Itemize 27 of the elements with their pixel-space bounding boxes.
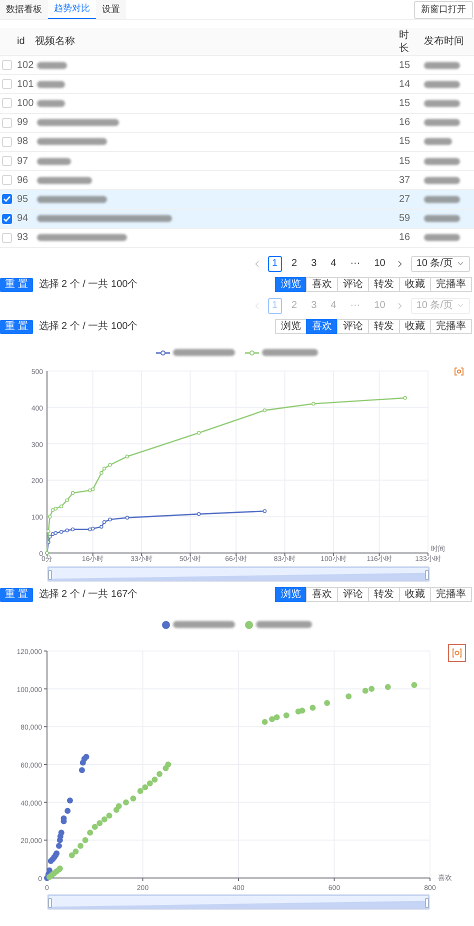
column-header: 时长 — [399, 28, 410, 54]
column-header: id — [16, 35, 26, 49]
table-cell-text: 102 — [16, 58, 34, 73]
table-cell-text: 95 — [16, 192, 30, 207]
table-cell-text: 59 — [399, 212, 411, 226]
table-cell-text: 37 — [399, 174, 411, 188]
table-cell-text: 27 — [399, 192, 411, 207]
table-cell-text: 14 — [399, 78, 411, 92]
table-cell-text: 96 — [16, 174, 30, 188]
table-cell-text: 101 — [16, 78, 34, 92]
table-cell-text: 100 — [16, 96, 34, 111]
column-header: 发布时间 — [424, 34, 465, 49]
table-cell-text: 98 — [16, 135, 30, 150]
table-cell-text: 15 — [399, 154, 411, 169]
selection-summary: 选择 2 个 / 一共 100个 — [38, 278, 138, 292]
selection-summary: 选择 2 个 / 一共 167个 — [38, 588, 138, 602]
table-cell-text: 16 — [399, 231, 411, 246]
table-cell-text: 15 — [399, 135, 411, 150]
table-cell-text: 15 — [399, 96, 411, 111]
table-cell-text: 94 — [16, 212, 30, 226]
table-cell-text: 99 — [16, 116, 30, 130]
table-cell-text: 16 — [399, 116, 411, 130]
selection-summary: 选择 2 个 / 一共 100个 — [38, 320, 138, 334]
table-cell-text: 15 — [399, 58, 411, 73]
table-cell-text: 93 — [16, 231, 30, 246]
column-header: 视频名称 — [34, 34, 76, 49]
table-cell-text: 97 — [16, 154, 30, 169]
